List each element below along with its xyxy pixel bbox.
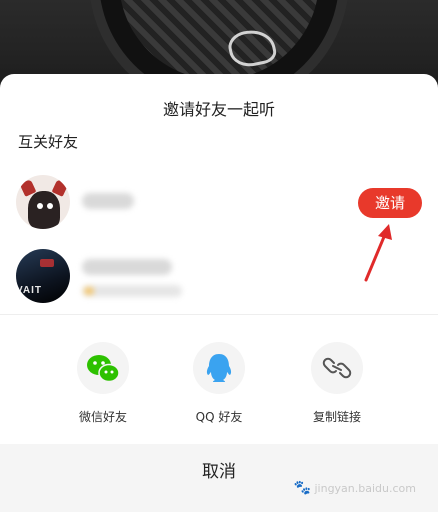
blurred-friend-name [82,193,134,209]
sheet-title: 邀请好友一起听 [162,100,275,119]
blurred-friend-name [82,259,172,275]
share-qq-label: QQ 好友 [195,410,243,424]
share-qq-button[interactable]: QQ 好友 [174,342,264,425]
copy-link-button[interactable]: 复制链接 [292,342,382,425]
blurred-friend-status [82,285,182,297]
section-label-mutual-friends: 互关好友 [18,133,79,151]
album-art [119,0,319,80]
share-wechat-button[interactable]: 微信好友 [58,342,148,425]
watermark-text: jingyan.baidu.com [314,482,416,495]
wechat-icon [77,342,129,394]
invite-button[interactable]: 邀请 [358,188,422,218]
link-icon [311,342,363,394]
copy-link-label: 复制链接 [312,410,361,424]
avatar-sign-text: VAIT [16,285,43,296]
friend-row[interactable]: VAIT [0,249,438,309]
qq-icon [193,342,245,394]
friend-row[interactable]: 邀请 [0,175,438,235]
cancel-bar: 取消 🐾 jingyan.baidu.com [0,444,438,512]
share-wechat-label: 微信好友 [78,410,127,424]
divider [0,314,438,315]
watermark: 🐾 jingyan.baidu.com [294,480,416,496]
baidu-paw-icon: 🐾 [293,480,311,496]
invite-sheet: 邀请好友一起听 互关好友 邀请 VAIT 微信好友 QQ 好友 复制链接 取消 … [0,74,438,512]
avatar: VAIT [16,249,70,303]
avatar [16,175,70,229]
